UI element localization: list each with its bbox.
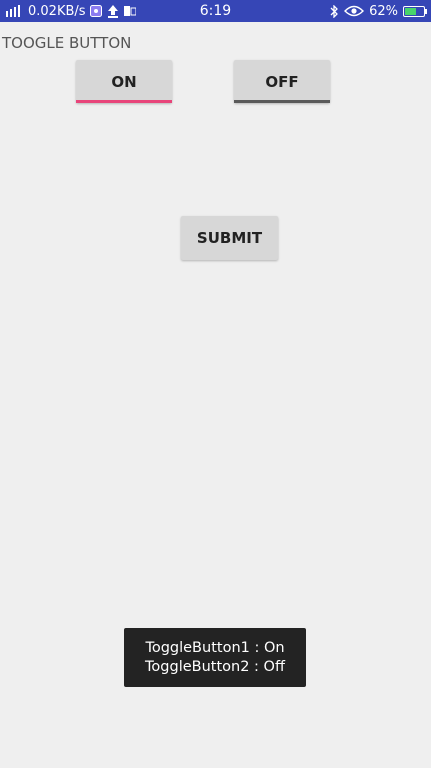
toast-line-1: ToggleButton1 : On: [145, 639, 285, 656]
submit-button-label: SUBMIT: [196, 229, 263, 247]
wifi-hotspot-icon: [89, 5, 102, 17]
toggle-button-1[interactable]: ON: [76, 60, 172, 103]
toggle-button-2[interactable]: OFF: [234, 60, 330, 103]
toggle-button-2-indicator: [234, 100, 330, 103]
network-speed: 0.02KB/s: [28, 3, 86, 19]
toast-message: ToggleButton1 : On ToggleButton2 : Off: [124, 628, 306, 687]
toast-line-2: ToggleButton2 : Off: [145, 658, 285, 675]
battery-icon: [403, 5, 427, 17]
upload-icon: [106, 4, 120, 18]
status-bar-left: 0.02KB/s: [6, 4, 176, 19]
status-bar-right: 62%: [329, 3, 427, 19]
battery-level: [405, 7, 417, 15]
submit-button[interactable]: SUBMIT: [181, 216, 278, 260]
signal-icon: [6, 5, 24, 17]
toggle-button-1-label: ON: [111, 72, 137, 91]
app-title: TOOGLE BUTTON: [2, 34, 132, 52]
bluetooth-icon: [329, 4, 339, 18]
toggle-button-1-indicator: [76, 100, 172, 103]
toggle-button-2-label: OFF: [265, 72, 299, 91]
status-bar: 0.02KB/s 6:19 62%: [0, 0, 431, 22]
notification-icon: [123, 5, 136, 17]
eye-icon: [344, 5, 365, 17]
battery-percent: 62%: [369, 3, 398, 19]
